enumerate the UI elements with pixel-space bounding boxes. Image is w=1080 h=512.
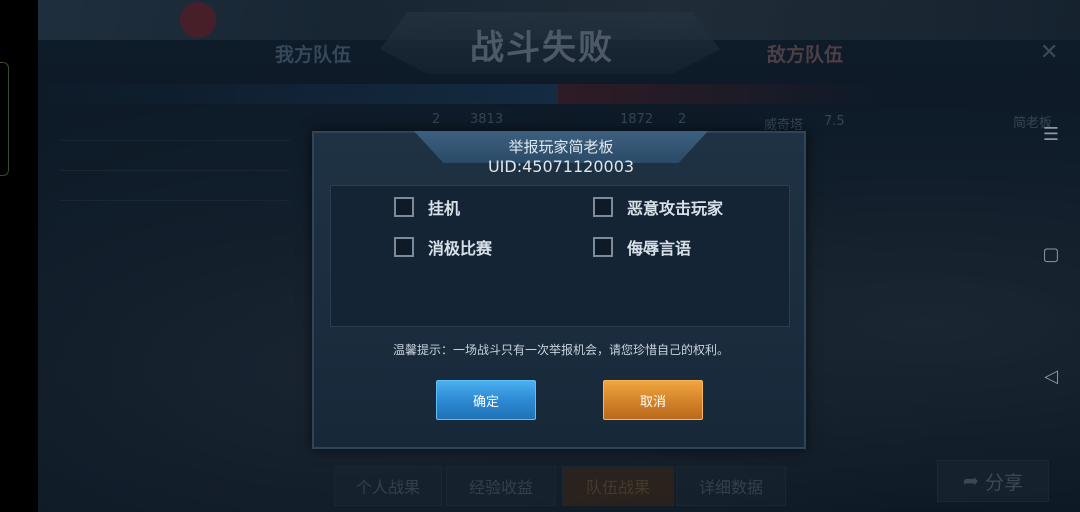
option-label: 消极比赛: [428, 239, 493, 258]
option-label: 恶意攻击玩家: [627, 199, 724, 218]
option-malicious-attack[interactable]: 恶意攻击玩家: [593, 195, 723, 219]
cancel-button[interactable]: 取消: [603, 380, 703, 420]
option-insulting-language[interactable]: 侮辱言语: [593, 235, 691, 259]
menu-icon[interactable]: ☰: [1040, 124, 1062, 145]
device-left-edge: [0, 0, 38, 512]
report-tip: 温馨提示：一场战斗只有一次举报机会，请您珍惜自己的权利。: [392, 343, 729, 357]
checkbox[interactable]: [394, 197, 414, 217]
checkbox[interactable]: [593, 197, 613, 217]
report-dialog: 举报玩家简老板 UID:45071120003 挂机 恶意攻击玩家 消极比赛 侮…: [312, 131, 806, 449]
report-options: 挂机 恶意攻击玩家 消极比赛 侮辱言语: [330, 185, 790, 327]
home-icon[interactable]: ▢: [1040, 244, 1062, 265]
confirm-button[interactable]: 确定: [436, 380, 536, 420]
game-screen: 战斗失败 我方队伍 敌方队伍 ✕ 2 3813 1872 2 威奇塔 7.5 简…: [0, 0, 1080, 512]
dialog-title: 举报玩家简老板: [508, 138, 614, 156]
option-afk[interactable]: 挂机: [394, 195, 460, 219]
player-uid: UID:45071120003: [487, 157, 635, 176]
side-handle-icon[interactable]: [0, 62, 9, 176]
option-label: 挂机: [428, 199, 461, 218]
checkbox[interactable]: [593, 237, 613, 257]
option-label: 侮辱言语: [627, 239, 692, 258]
checkbox[interactable]: [394, 237, 414, 257]
back-icon[interactable]: ◁: [1040, 366, 1062, 387]
option-passive-play[interactable]: 消极比赛: [394, 235, 492, 259]
